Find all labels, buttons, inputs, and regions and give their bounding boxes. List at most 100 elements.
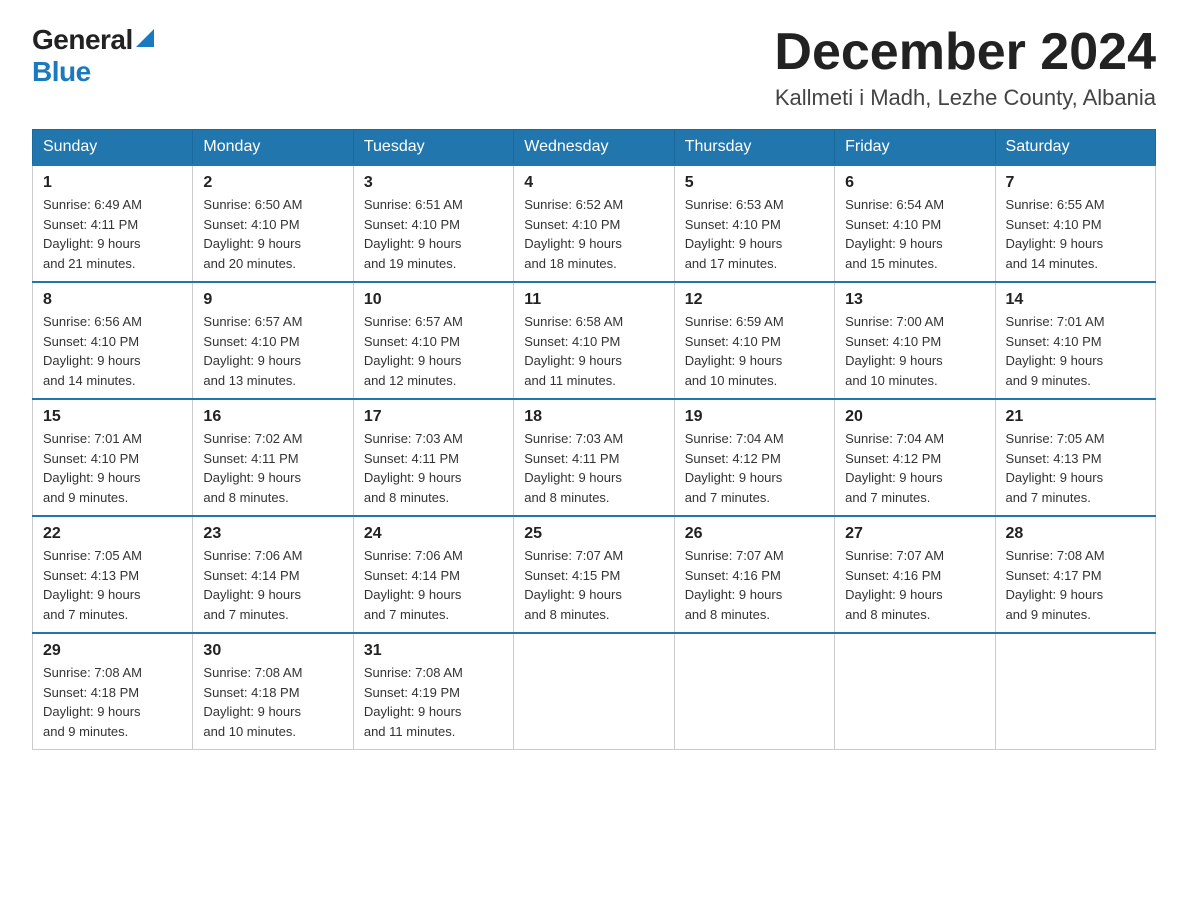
day-info: Sunrise: 6:50 AMSunset: 4:10 PMDaylight:…	[203, 195, 342, 273]
day-number: 9	[203, 291, 342, 309]
day-number: 23	[203, 525, 342, 543]
day-info: Sunrise: 7:01 AMSunset: 4:10 PMDaylight:…	[43, 429, 182, 507]
calendar-week-row: 8 Sunrise: 6:56 AMSunset: 4:10 PMDaylight…	[33, 282, 1156, 399]
day-number: 7	[1006, 174, 1145, 192]
table-row: 31 Sunrise: 7:08 AMSunset: 4:19 PMDayligh…	[353, 633, 513, 750]
table-row: 25 Sunrise: 7:07 AMSunset: 4:15 PMDayligh…	[514, 516, 674, 633]
day-number: 19	[685, 408, 824, 426]
day-number: 16	[203, 408, 342, 426]
day-number: 11	[524, 291, 663, 309]
table-row: 22 Sunrise: 7:05 AMSunset: 4:13 PMDayligh…	[33, 516, 193, 633]
table-row: 28Sunrise: 7:08 AMSunset: 4:17 PMDayligh…	[995, 516, 1155, 633]
day-number: 20	[845, 408, 984, 426]
table-row: 5Sunrise: 6:53 AMSunset: 4:10 PMDaylight…	[674, 165, 834, 282]
calendar-table: SundayMondayTuesdayWednesdayThursdayFrid…	[32, 129, 1156, 750]
logo-flag-icon	[136, 29, 154, 47]
day-number: 5	[685, 174, 824, 192]
day-info: Sunrise: 6:57 AMSunset: 4:10 PMDaylight:…	[203, 312, 342, 390]
day-info: Sunrise: 7:04 AMSunset: 4:12 PMDaylight:…	[845, 429, 984, 507]
day-number: 18	[524, 408, 663, 426]
table-row: 10 Sunrise: 6:57 AMSunset: 4:10 PMDayligh…	[353, 282, 513, 399]
day-number: 4	[524, 174, 663, 192]
calendar-week-row: 1 Sunrise: 6:49 AMSunset: 4:11 PMDaylight…	[33, 165, 1156, 282]
day-number: 30	[203, 642, 342, 660]
table-row: 9 Sunrise: 6:57 AMSunset: 4:10 PMDaylight…	[193, 282, 353, 399]
day-info: Sunrise: 7:08 AMSunset: 4:18 PMDaylight:…	[203, 663, 342, 741]
table-row: 4 Sunrise: 6:52 AMSunset: 4:10 PMDaylight…	[514, 165, 674, 282]
day-number: 21	[1006, 408, 1145, 426]
day-info: Sunrise: 7:06 AMSunset: 4:14 PMDaylight:…	[203, 546, 342, 624]
logo-blue-text: Blue	[32, 56, 91, 87]
day-number: 24	[364, 525, 503, 543]
day-number: 27	[845, 525, 984, 543]
table-row: 6Sunrise: 6:54 AMSunset: 4:10 PMDaylight…	[835, 165, 995, 282]
location-subtitle: Kallmeti i Madh, Lezhe County, Albania	[774, 85, 1156, 111]
table-row: 21 Sunrise: 7:05 AMSunset: 4:13 PMDayligh…	[995, 399, 1155, 516]
table-row	[514, 633, 674, 750]
day-number: 25	[524, 525, 663, 543]
day-number: 1	[43, 174, 182, 192]
table-row: 19 Sunrise: 7:04 AMSunset: 4:12 PMDayligh…	[674, 399, 834, 516]
table-row: 23 Sunrise: 7:06 AMSunset: 4:14 PMDayligh…	[193, 516, 353, 633]
page-header: General Blue December 2024 Kallmeti i Ma…	[32, 24, 1156, 111]
day-info: Sunrise: 6:57 AMSunset: 4:10 PMDaylight:…	[364, 312, 503, 390]
day-number: 31	[364, 642, 503, 660]
weekday-header-wednesday: Wednesday	[514, 130, 674, 166]
day-number: 26	[685, 525, 824, 543]
table-row: 11 Sunrise: 6:58 AMSunset: 4:10 PMDayligh…	[514, 282, 674, 399]
table-row	[835, 633, 995, 750]
table-row: 24Sunrise: 7:06 AMSunset: 4:14 PMDayligh…	[353, 516, 513, 633]
day-info: Sunrise: 7:03 AMSunset: 4:11 PMDaylight:…	[364, 429, 503, 507]
day-info: Sunrise: 7:00 AMSunset: 4:10 PMDaylight:…	[845, 312, 984, 390]
day-info: Sunrise: 6:49 AMSunset: 4:11 PMDaylight:…	[43, 195, 182, 273]
day-number: 3	[364, 174, 503, 192]
calendar-header: SundayMondayTuesdayWednesdayThursdayFrid…	[33, 130, 1156, 166]
day-number: 8	[43, 291, 182, 309]
table-row: 26 Sunrise: 7:07 AMSunset: 4:16 PMDayligh…	[674, 516, 834, 633]
table-row	[995, 633, 1155, 750]
table-row: 18 Sunrise: 7:03 AMSunset: 4:11 PMDayligh…	[514, 399, 674, 516]
table-row: 14 Sunrise: 7:01 AMSunset: 4:10 PMDayligh…	[995, 282, 1155, 399]
weekday-header-sunday: Sunday	[33, 130, 193, 166]
weekday-header-saturday: Saturday	[995, 130, 1155, 166]
day-info: Sunrise: 6:58 AMSunset: 4:10 PMDaylight:…	[524, 312, 663, 390]
logo-general-text: General	[32, 24, 133, 56]
day-number: 13	[845, 291, 984, 309]
table-row: 27 Sunrise: 7:07 AMSunset: 4:16 PMDayligh…	[835, 516, 995, 633]
day-info: Sunrise: 7:08 AMSunset: 4:19 PMDaylight:…	[364, 663, 503, 741]
day-number: 29	[43, 642, 182, 660]
table-row: 2Sunrise: 6:50 AMSunset: 4:10 PMDaylight…	[193, 165, 353, 282]
weekday-header-tuesday: Tuesday	[353, 130, 513, 166]
day-info: Sunrise: 7:05 AMSunset: 4:13 PMDaylight:…	[43, 546, 182, 624]
month-title: December 2024	[774, 24, 1156, 81]
day-info: Sunrise: 7:07 AMSunset: 4:16 PMDaylight:…	[845, 546, 984, 624]
day-info: Sunrise: 6:59 AMSunset: 4:10 PMDaylight:…	[685, 312, 824, 390]
table-row: 16 Sunrise: 7:02 AMSunset: 4:11 PMDayligh…	[193, 399, 353, 516]
day-number: 10	[364, 291, 503, 309]
table-row: 12 Sunrise: 6:59 AMSunset: 4:10 PMDayligh…	[674, 282, 834, 399]
calendar-week-row: 29 Sunrise: 7:08 AMSunset: 4:18 PMDayligh…	[33, 633, 1156, 750]
weekday-header-monday: Monday	[193, 130, 353, 166]
day-number: 28	[1006, 525, 1145, 543]
table-row: 13 Sunrise: 7:00 AMSunset: 4:10 PMDayligh…	[835, 282, 995, 399]
day-info: Sunrise: 7:01 AMSunset: 4:10 PMDaylight:…	[1006, 312, 1145, 390]
day-number: 22	[43, 525, 182, 543]
day-info: Sunrise: 7:02 AMSunset: 4:11 PMDaylight:…	[203, 429, 342, 507]
table-row: 1 Sunrise: 6:49 AMSunset: 4:11 PMDaylight…	[33, 165, 193, 282]
day-info: Sunrise: 7:04 AMSunset: 4:12 PMDaylight:…	[685, 429, 824, 507]
weekday-header-row: SundayMondayTuesdayWednesdayThursdayFrid…	[33, 130, 1156, 166]
day-number: 14	[1006, 291, 1145, 309]
day-info: Sunrise: 6:52 AMSunset: 4:10 PMDaylight:…	[524, 195, 663, 273]
day-number: 6	[845, 174, 984, 192]
day-info: Sunrise: 7:07 AMSunset: 4:16 PMDaylight:…	[685, 546, 824, 624]
table-row: 17Sunrise: 7:03 AMSunset: 4:11 PMDayligh…	[353, 399, 513, 516]
day-info: Sunrise: 6:55 AMSunset: 4:10 PMDaylight:…	[1006, 195, 1145, 273]
day-info: Sunrise: 7:03 AMSunset: 4:11 PMDaylight:…	[524, 429, 663, 507]
day-info: Sunrise: 7:05 AMSunset: 4:13 PMDaylight:…	[1006, 429, 1145, 507]
logo: General Blue	[32, 24, 154, 88]
calendar-week-row: 22 Sunrise: 7:05 AMSunset: 4:13 PMDayligh…	[33, 516, 1156, 633]
day-info: Sunrise: 7:07 AMSunset: 4:15 PMDaylight:…	[524, 546, 663, 624]
day-number: 12	[685, 291, 824, 309]
calendar-body: 1 Sunrise: 6:49 AMSunset: 4:11 PMDaylight…	[33, 165, 1156, 750]
day-info: Sunrise: 6:56 AMSunset: 4:10 PMDaylight:…	[43, 312, 182, 390]
